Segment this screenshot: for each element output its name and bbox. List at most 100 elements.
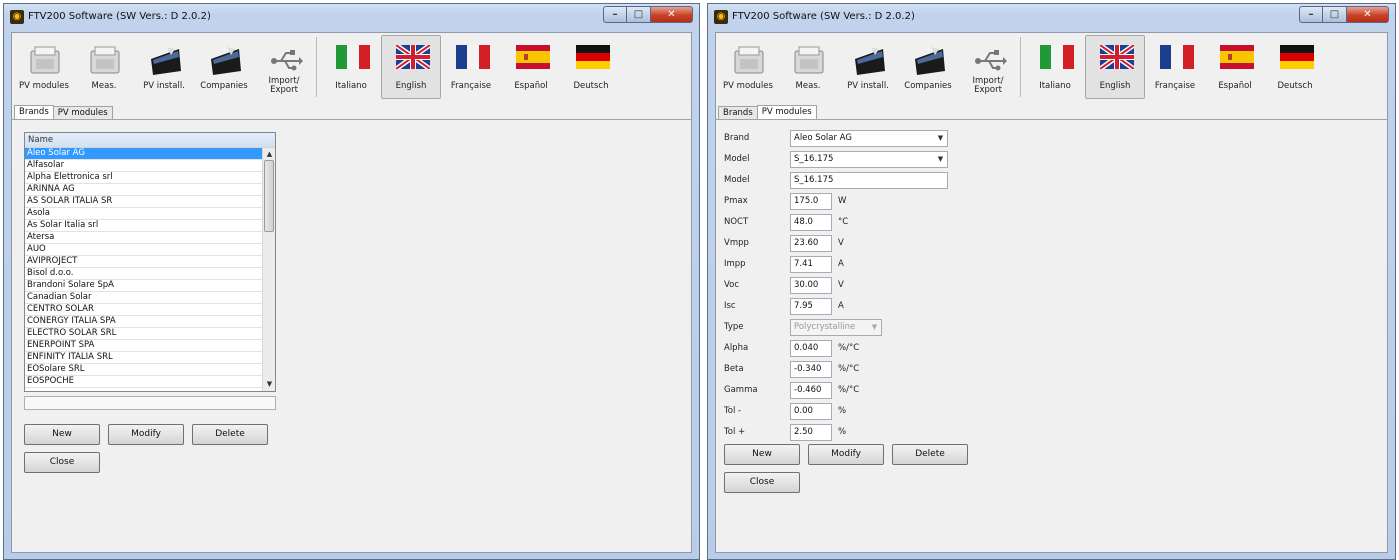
companies-button[interactable]: Companies	[898, 35, 958, 99]
model-select[interactable]: S_16.175 ▼	[790, 151, 948, 168]
import-export-button[interactable]: Import/ Export	[254, 35, 314, 99]
chevron-down-icon[interactable]: ▼	[934, 131, 947, 146]
tab-brands[interactable]: Brands	[718, 106, 758, 119]
voc-field[interactable]: 30.00	[790, 277, 832, 294]
table-row[interactable]: Asola	[25, 208, 263, 220]
table-row[interactable]: CONERGY ITALIA SPA	[25, 316, 263, 328]
impp-field[interactable]: 7.41	[790, 256, 832, 273]
companies-button[interactable]: Companies	[194, 35, 254, 99]
vertical-scrollbar[interactable]: ▲ ▼	[262, 148, 275, 391]
type-select[interactable]: Polycrystalline ▼	[790, 319, 882, 336]
brand-select[interactable]: Aleo Solar AG ▼	[790, 130, 948, 147]
table-row[interactable]: AVIPROJECT	[25, 256, 263, 268]
right-window: ◉ FTV200 Software (SW Vers.: D 2.0.2) – …	[707, 3, 1396, 560]
table-row[interactable]: ARINNA AG	[25, 184, 263, 196]
pv-modules-button[interactable]: PV modules	[718, 35, 778, 99]
pmax-label: Pmax	[724, 196, 748, 206]
new-button[interactable]: New	[724, 444, 800, 465]
italiano-label: Italiano	[1039, 81, 1071, 91]
table-row[interactable]: Aleo Solar AG	[25, 148, 263, 160]
impp-label: Impp	[724, 259, 746, 269]
title-bar[interactable]: ◉ FTV200 Software (SW Vers.: D 2.0.2) – …	[4, 4, 699, 30]
deutsch-button[interactable]: Deutsch	[1265, 35, 1325, 99]
english-button[interactable]: English	[1085, 35, 1145, 99]
vmpp-field[interactable]: 23.60	[790, 235, 832, 252]
pmax-field[interactable]: 175.0	[790, 193, 832, 210]
alpha-field[interactable]: 0.040	[790, 340, 832, 357]
english-button[interactable]: English	[381, 35, 441, 99]
table-row[interactable]: Atersa	[25, 232, 263, 244]
close-button[interactable]: Close	[724, 472, 800, 493]
import-export-button[interactable]: Import/ Export	[958, 35, 1018, 99]
chevron-down-icon[interactable]: ▼	[934, 152, 947, 167]
modify-button[interactable]: Modify	[808, 444, 884, 465]
tab-brands[interactable]: Brands	[14, 105, 54, 120]
table-row[interactable]: Brandoni Solare SpA	[25, 280, 263, 292]
pv-install-label: PV install.	[847, 81, 889, 91]
delete-button[interactable]: Delete	[192, 424, 268, 445]
tol-minus-unit: %	[838, 406, 847, 416]
francaise-button[interactable]: Française	[1145, 35, 1205, 99]
model-field[interactable]: S_16.175	[790, 172, 948, 189]
espanol-label: Español	[514, 81, 548, 91]
deutsch-button[interactable]: Deutsch	[561, 35, 621, 99]
table-row[interactable]: EOSPOCHE	[25, 376, 263, 388]
solar-panel-icon	[855, 47, 885, 75]
tab-pv-modules[interactable]: PV modules	[52, 106, 113, 119]
client-area: PV modules Meas. PV install. Companies I…	[11, 32, 692, 553]
scroll-down-icon[interactable]: ▼	[263, 378, 275, 391]
tol-plus-field[interactable]: 2.50	[790, 424, 832, 441]
table-row[interactable]: Bisol d.o.o.	[25, 268, 263, 280]
modify-button[interactable]: Modify	[108, 424, 184, 445]
isc-field[interactable]: 7.95	[790, 298, 832, 315]
delete-button[interactable]: Delete	[892, 444, 968, 465]
close-window-button[interactable]: ✕	[651, 6, 693, 23]
table-row[interactable]: EOSolare SRL	[25, 364, 263, 376]
maximize-button[interactable]: □	[1323, 6, 1347, 23]
grid-header-name[interactable]: Name	[25, 133, 275, 148]
filter-input[interactable]	[24, 396, 276, 410]
brands-grid[interactable]: Name Aleo Solar AG Alfasolar Alpha Elett…	[24, 132, 276, 392]
table-row[interactable]: CENTRO SOLAR	[25, 304, 263, 316]
meas-button[interactable]: Meas.	[778, 35, 838, 99]
pv-modules-panel: Brand Aleo Solar AG ▼ Model S_16.175 ▼ Mod…	[716, 119, 1387, 552]
pv-modules-label: PV modules	[723, 81, 773, 91]
isc-label: Isc	[724, 301, 736, 311]
table-row[interactable]: AS SOLAR ITALIA SR	[25, 196, 263, 208]
table-row[interactable]: Alpha Elettronica srl	[25, 172, 263, 184]
table-row[interactable]: Alfasolar	[25, 160, 263, 172]
scroll-thumb[interactable]	[264, 160, 274, 232]
new-button[interactable]: New	[24, 424, 100, 445]
meas-button[interactable]: Meas.	[74, 35, 134, 99]
table-row[interactable]: ENERPOINT SPA	[25, 340, 263, 352]
noct-field[interactable]: 48.0	[790, 214, 832, 231]
francaise-button[interactable]: Française	[441, 35, 501, 99]
alpha-row: Alpha 0.040 %/°C	[724, 340, 1124, 358]
minimize-button[interactable]: –	[1299, 6, 1323, 23]
pv-install-button[interactable]: PV install.	[838, 35, 898, 99]
table-row[interactable]: Canadian Solar	[25, 292, 263, 304]
uk-flag-icon	[1100, 45, 1134, 69]
chevron-down-icon[interactable]: ▼	[868, 320, 881, 335]
voc-row: Voc 30.00 V	[724, 277, 1124, 295]
pv-install-button[interactable]: PV install.	[134, 35, 194, 99]
close-button[interactable]: Close	[24, 452, 100, 473]
italiano-button[interactable]: Italiano	[321, 35, 381, 99]
gamma-field[interactable]: -0.460	[790, 382, 832, 399]
table-row[interactable]: As Solar Italia srl	[25, 220, 263, 232]
close-window-button[interactable]: ✕	[1347, 6, 1389, 23]
tol-minus-field[interactable]: 0.00	[790, 403, 832, 420]
printer-icon	[734, 46, 764, 74]
minimize-button[interactable]: –	[603, 6, 627, 23]
italiano-button[interactable]: Italiano	[1025, 35, 1085, 99]
table-row[interactable]: ENFINITY ITALIA SRL	[25, 352, 263, 364]
pv-modules-button[interactable]: PV modules	[14, 35, 74, 99]
tab-pv-modules[interactable]: PV modules	[756, 105, 817, 120]
espanol-button[interactable]: Español	[501, 35, 561, 99]
title-bar[interactable]: ◉ FTV200 Software (SW Vers.: D 2.0.2) – …	[708, 4, 1395, 30]
table-row[interactable]: AUO	[25, 244, 263, 256]
espanol-button[interactable]: Español	[1205, 35, 1265, 99]
beta-field[interactable]: -0.340	[790, 361, 832, 378]
table-row[interactable]: ELECTRO SOLAR SRL	[25, 328, 263, 340]
maximize-button[interactable]: □	[627, 6, 651, 23]
